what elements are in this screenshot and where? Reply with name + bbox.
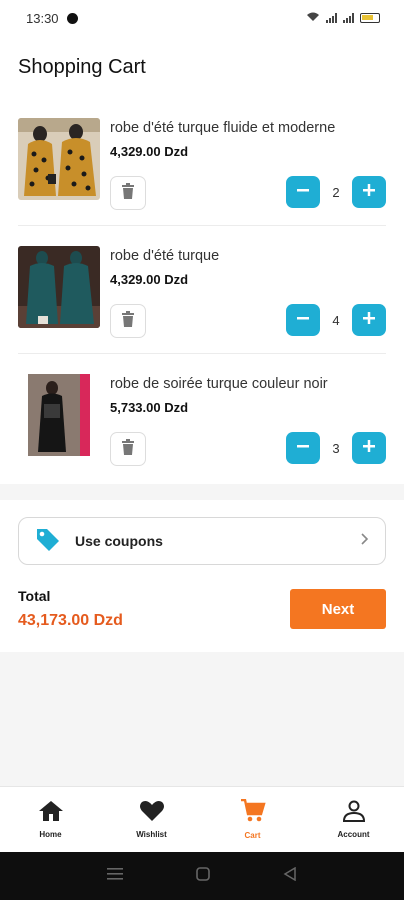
decrease-button[interactable] <box>286 432 320 464</box>
account-icon <box>342 800 366 827</box>
item-name[interactable]: robe d'été turque fluide et moderne <box>110 120 335 136</box>
plus-icon <box>363 439 375 457</box>
cart-list: robe d'été turque fluide et moderne 4,32… <box>0 98 404 484</box>
delete-button[interactable] <box>110 304 146 338</box>
item-price: 4,329.00 Dzd <box>110 144 189 159</box>
checkout-panel: Use coupons Total 43,173.00 Dzd Next <box>0 500 404 652</box>
page-title: Shopping Cart <box>18 55 146 78</box>
cart-icon <box>240 798 266 828</box>
item-name[interactable]: robe d'été turque <box>110 248 219 264</box>
plus-icon <box>363 183 375 201</box>
system-nav-bar <box>0 852 404 900</box>
battery-icon <box>360 13 380 23</box>
minus-icon <box>297 311 309 329</box>
nav-item-cart[interactable]: Cart <box>202 787 303 852</box>
cart-item[interactable]: robe de soirée turque couleur noir 5,733… <box>18 354 386 482</box>
back-icon[interactable] <box>283 866 297 886</box>
decrease-button[interactable] <box>286 176 320 208</box>
teal-dress-photo[interactable] <box>18 246 100 328</box>
nav-label: Wishlist <box>136 830 167 839</box>
quantity-stepper: 2 <box>286 176 386 208</box>
recents-icon[interactable] <box>106 867 123 886</box>
home-icon <box>38 800 64 827</box>
plus-icon <box>363 311 375 329</box>
mustard-polka-dress-photo[interactable] <box>18 118 100 200</box>
next-button[interactable]: Next <box>290 589 386 629</box>
nav-label: Cart <box>244 831 261 840</box>
trash-icon <box>121 182 135 204</box>
nav-label: Account <box>337 830 370 839</box>
total-value: 43,173.00 Dzd <box>18 612 123 629</box>
nav-label: Home <box>39 830 62 839</box>
item-name[interactable]: robe de soirée turque couleur noir <box>110 376 328 392</box>
black-evening-dress-photo[interactable] <box>18 374 100 456</box>
home-circle-icon[interactable] <box>196 866 210 886</box>
trash-icon <box>121 310 135 332</box>
cart-item[interactable]: robe d'été turque 4,329.00 Dzd 4 <box>18 226 386 354</box>
nav-item-account[interactable]: Account <box>303 787 404 852</box>
clock: 13:30 <box>26 10 59 26</box>
quantity-value: 4 <box>332 312 340 328</box>
trash-icon <box>121 438 135 460</box>
minus-icon <box>297 439 309 457</box>
signal-icon <box>343 13 354 23</box>
chevron-right-icon <box>361 532 369 550</box>
app-header: Shopping Cart <box>0 36 404 98</box>
increase-button[interactable] <box>352 432 386 464</box>
heart-icon <box>139 800 165 827</box>
delete-button[interactable] <box>110 176 146 210</box>
bottom-nav: Home Wishlist Cart Account <box>0 786 404 852</box>
tag-icon <box>35 527 61 556</box>
total-label: Total <box>18 588 51 604</box>
coupon-label: Use coupons <box>75 533 163 549</box>
nav-item-home[interactable]: Home <box>0 787 101 852</box>
signal-icon <box>326 13 337 23</box>
minus-icon <box>297 183 309 201</box>
increase-button[interactable] <box>352 176 386 208</box>
item-price: 4,329.00 Dzd <box>110 272 189 287</box>
decrease-button[interactable] <box>286 304 320 336</box>
status-bar: 13:30 <box>0 0 404 36</box>
delete-button[interactable] <box>110 432 146 466</box>
item-price: 5,733.00 Dzd <box>110 400 189 415</box>
wifi-icon <box>306 12 320 25</box>
use-coupons-button[interactable]: Use coupons <box>18 517 386 565</box>
increase-button[interactable] <box>352 304 386 336</box>
messenger-icon <box>66 12 78 24</box>
quantity-value: 3 <box>332 440 340 456</box>
quantity-value: 2 <box>332 184 340 200</box>
quantity-stepper: 4 <box>286 304 386 336</box>
nav-item-wishlist[interactable]: Wishlist <box>101 787 202 852</box>
cart-item[interactable]: robe d'été turque fluide et moderne 4,32… <box>18 98 386 226</box>
quantity-stepper: 3 <box>286 432 386 464</box>
